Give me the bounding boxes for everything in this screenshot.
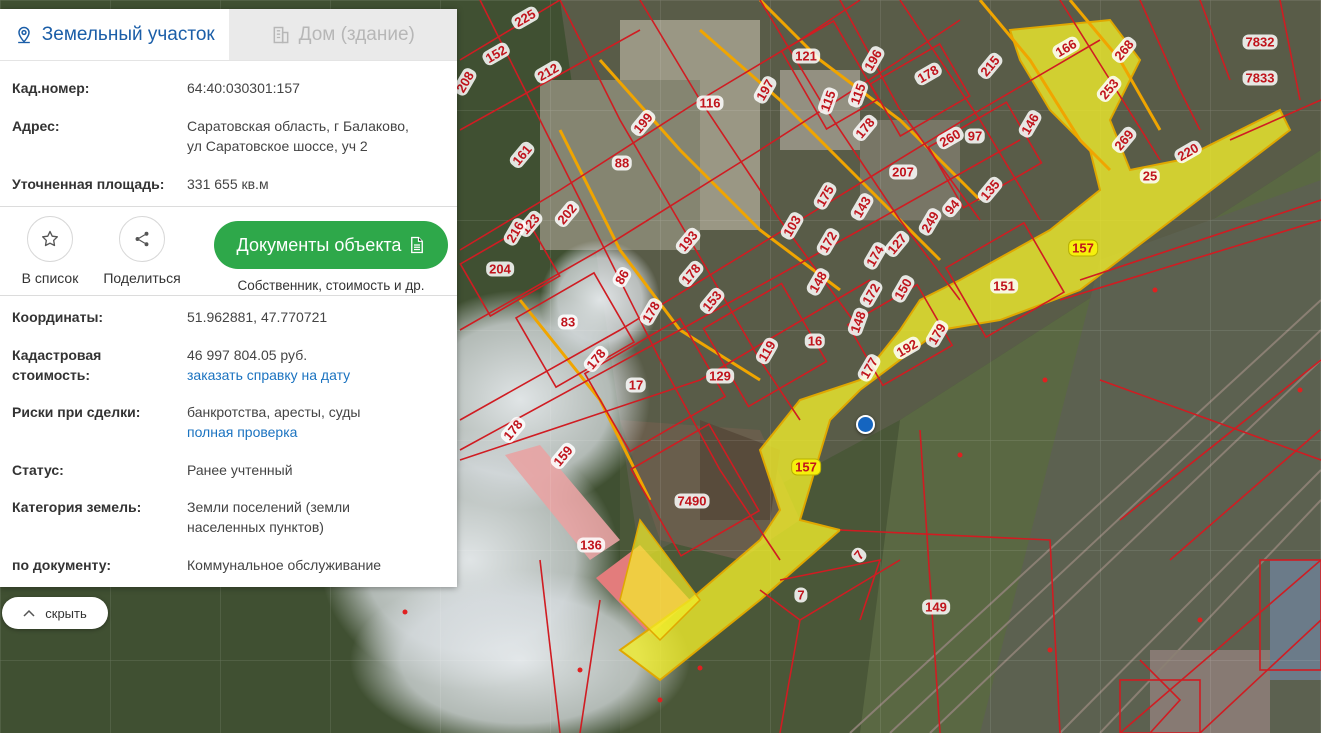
coords-value: 51.962881, 47.770721	[187, 309, 328, 325]
documents-button[interactable]: Документы объекта	[214, 221, 448, 269]
add-to-list-label: В список	[21, 270, 79, 286]
tabs-bar: Земельный участок Дом (здание)	[0, 9, 457, 61]
parcel-info-panel: Земельный участок Дом (здание) Кад.номер…	[0, 9, 457, 587]
tab-land-plot-label: Земельный участок	[41, 23, 215, 45]
parcel-label[interactable]: 7832	[1242, 34, 1278, 50]
cost-label-line-2: стоимость:	[12, 367, 91, 383]
parcel-label[interactable]: 97	[964, 128, 986, 144]
address-line-1: Саратовская область, г Балаково,	[187, 118, 409, 134]
cost-label: Кадастровая стоимость:	[12, 345, 187, 385]
category-line-2: населенных пунктов)	[187, 519, 324, 535]
cadnum-value[interactable]: 64:40:030301:157	[187, 78, 445, 98]
full-check-link[interactable]: полная проверка	[187, 422, 445, 442]
bydoc-label: по документу:	[12, 557, 112, 573]
parcel-label[interactable]: 116	[696, 95, 724, 111]
parcel-label[interactable]: 157	[1068, 239, 1098, 257]
document-icon	[411, 236, 424, 254]
cost-label-line-1: Кадастровая	[12, 347, 102, 363]
chevron-up-icon	[23, 609, 35, 617]
tab-building[interactable]: Дом (здание)	[228, 9, 457, 60]
star-icon	[42, 230, 58, 247]
address-label: Адрес:	[12, 118, 60, 134]
documents-subtitle: Собственник, стоимость и др.	[237, 278, 425, 293]
parcel-label[interactable]: 207	[889, 164, 917, 180]
status-value: Ранее учтенный	[187, 462, 293, 478]
status-label: Статус:	[12, 462, 64, 478]
area-row: Уточненная площадь: 331 655 кв.м	[0, 174, 457, 194]
parcel-label[interactable]: 7833	[1242, 70, 1278, 86]
parcel-label[interactable]: 151	[990, 278, 1018, 294]
add-to-list-action[interactable]: В список	[8, 216, 92, 286]
map-pin-icon	[17, 26, 30, 43]
order-certificate-link[interactable]: заказать справку на дату	[187, 365, 445, 385]
category-row: Категория земель: Земли поселений (земли…	[0, 497, 457, 537]
parcel-label[interactable]: 25	[1139, 168, 1161, 184]
hide-panel-button[interactable]: скрыть	[2, 597, 108, 629]
tab-building-label: Дом (здание)	[298, 23, 415, 45]
cadnum-label: Кад.номер:	[12, 80, 90, 96]
category-line-1: Земли поселений (земли	[187, 499, 350, 515]
address-row: Адрес: Саратовская область, г Балаково, …	[0, 116, 457, 156]
risks-label: Риски при сделки:	[12, 404, 141, 420]
share-button[interactable]	[119, 216, 165, 262]
hide-panel-label: скрыть	[45, 605, 87, 621]
share-icon	[135, 231, 149, 247]
cadnum-row: Кад.номер: 64:40:030301:157	[0, 78, 457, 98]
parcel-label[interactable]: 7490	[674, 493, 710, 509]
documents-button-label: Документы объекта	[236, 234, 402, 255]
parcel-label[interactable]: 204	[486, 261, 514, 277]
area-label: Уточненная площадь:	[12, 176, 165, 192]
parcel-label[interactable]: 7	[794, 587, 808, 603]
documents-block: Документы объекта Собственник, стоимость…	[214, 221, 448, 293]
area-value: 331 655 кв.м	[187, 176, 269, 192]
share-action[interactable]: Поделиться	[100, 216, 184, 286]
parcel-label[interactable]: 157	[791, 458, 821, 476]
category-value: Земли поселений (земли населенных пункто…	[187, 497, 445, 537]
parcel-label[interactable]: 129	[706, 368, 734, 384]
bydoc-row: по документу: Коммунальное обслуживание	[0, 555, 457, 575]
location-marker[interactable]	[856, 415, 875, 434]
parcel-label[interactable]: 88	[611, 155, 633, 171]
cost-value: 46 997 804.05 руб.	[187, 347, 308, 363]
status-row: Статус: Ранее учтенный	[0, 460, 457, 480]
parcel-label[interactable]: 16	[804, 333, 826, 349]
cost-value-block: 46 997 804.05 руб. заказать справку на д…	[187, 345, 445, 385]
actions-bar: В список Поделиться Документы объекта Со…	[0, 207, 457, 295]
address-value: Саратовская область, г Балаково, ул Сара…	[187, 116, 445, 156]
risks-value: банкротства, аресты, суды	[187, 404, 361, 420]
coords-label: Координаты:	[12, 309, 104, 325]
category-label: Категория земель:	[12, 499, 142, 515]
add-to-list-button[interactable]	[27, 216, 73, 262]
risks-row: Риски при сделки: банкротства, аресты, с…	[0, 402, 457, 442]
parcel-label[interactable]: 136	[577, 537, 605, 553]
cost-row: Кадастровая стоимость: 46 997 804.05 руб…	[0, 345, 457, 385]
tab-land-plot[interactable]: Земельный участок	[0, 9, 229, 60]
bydoc-value: Коммунальное обслуживание	[187, 557, 382, 573]
parcel-label[interactable]: 149	[922, 599, 950, 615]
coords-row: Координаты: 51.962881, 47.770721	[0, 307, 457, 327]
parcel-label[interactable]: 83	[557, 314, 579, 330]
parcel-label[interactable]: 17	[625, 377, 647, 393]
address-line-2: ул Саратовское шоссе, уч 2	[187, 138, 368, 154]
building-icon	[273, 26, 289, 43]
risks-value-block: банкротства, аресты, суды полная проверк…	[187, 402, 445, 442]
divider	[0, 295, 457, 296]
share-label: Поделиться	[103, 270, 181, 286]
parcel-label[interactable]: 121	[792, 48, 820, 64]
